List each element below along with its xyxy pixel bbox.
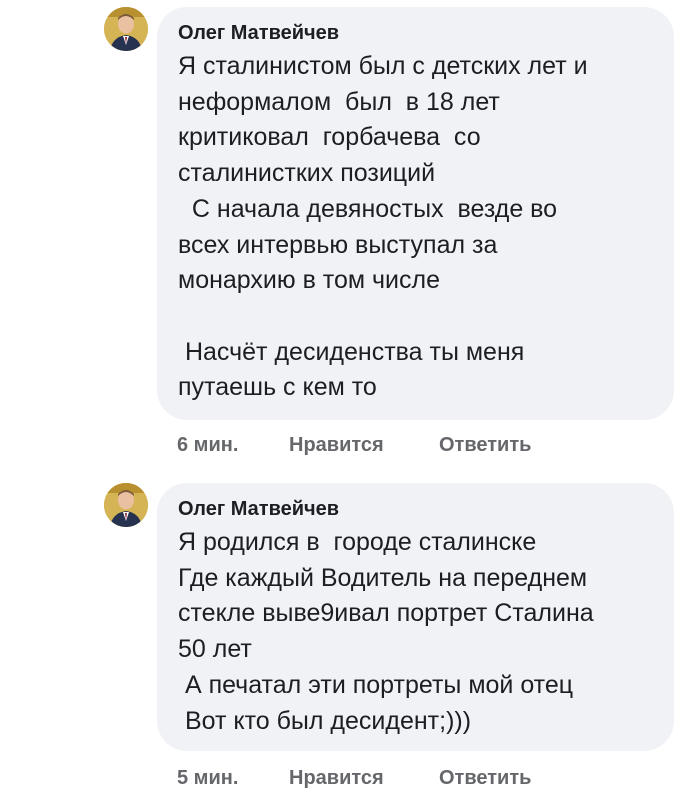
- comment-text: Я родился в городе сталинске Где каждый …: [178, 525, 654, 739]
- comment-line: Я родился в городе сталинске: [178, 528, 537, 556]
- comment-line: путаешь с кем то: [178, 373, 377, 402]
- comment-author[interactable]: Олег Матвейчев: [178, 497, 654, 521]
- avatar[interactable]: [104, 7, 148, 51]
- comment-timestamp[interactable]: 5 мин.: [177, 767, 238, 790]
- avatar-photo-icon: [104, 7, 148, 51]
- comment-line: Где каждый Водитель на переднем: [178, 563, 588, 592]
- comment-line: неформалом был в 18 лет: [178, 87, 500, 116]
- comment-line: стекле выве9ивал портрет Сталина: [178, 599, 594, 628]
- comment-bubble: Олег Матвейчев Я родился в городе сталин…: [157, 483, 674, 751]
- like-button[interactable]: Нравится: [289, 434, 384, 457]
- comment-line: Насчёт десиденства ты меня: [178, 337, 525, 366]
- comment-line: С начала девяностых везде во: [178, 194, 558, 223]
- comment-timestamp[interactable]: 6 мин.: [177, 434, 238, 457]
- comment-line: всех интервью выступал за: [178, 230, 498, 259]
- comment-line: критиковал горбачева со: [178, 123, 481, 152]
- comment-bubble: Олег Матвейчев Я сталинистом был с детск…: [157, 7, 674, 420]
- comment-line: Вот кто был десидент;))): [178, 706, 472, 735]
- comment-line: 50 лет: [178, 635, 252, 664]
- comment-text: Я сталинистом был с детских лет и неформ…: [178, 49, 654, 406]
- comment-line: сталинистких позиций: [178, 159, 436, 188]
- comment-line: [178, 299, 654, 335]
- like-button[interactable]: Нравится: [289, 767, 384, 790]
- comment-line: монархию в том числе: [178, 266, 440, 295]
- comment-line: А печатал эти портреты мой отец: [178, 670, 574, 699]
- reply-button[interactable]: Ответить: [439, 767, 531, 790]
- comment-author[interactable]: Олег Матвейчев: [178, 21, 654, 45]
- avatar-photo-icon: [104, 483, 148, 527]
- comment-line: Я сталинистом был с детских лет и: [178, 52, 588, 80]
- reply-button[interactable]: Ответить: [439, 434, 531, 457]
- avatar[interactable]: [104, 483, 148, 527]
